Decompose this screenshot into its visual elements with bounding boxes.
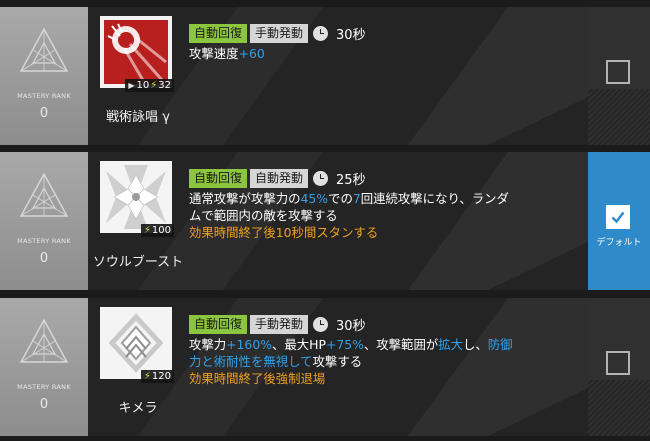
mastery-rank-emblem-icon bbox=[19, 27, 69, 72]
recovery-type-tag: 自動回復 bbox=[189, 314, 248, 334]
broken-shield-icon bbox=[100, 16, 172, 88]
description-segment: での bbox=[328, 191, 353, 206]
description-segment: 防御 bbox=[487, 337, 513, 352]
description-segment: 、攻撃範囲が bbox=[363, 337, 439, 352]
description-segment: ムで範囲内の敵を攻撃する bbox=[189, 208, 338, 223]
description-segment: 攻撃する bbox=[312, 354, 363, 369]
sp-cost-value: 100 bbox=[151, 225, 171, 236]
description-line: 通常攻撃が攻撃力の45%での7回連続攻撃になり、ランダ bbox=[189, 190, 579, 207]
description-segment: 45% bbox=[300, 191, 329, 206]
clock-icon bbox=[313, 316, 329, 332]
mastery-rank-panel: MASTERY RANK 0 bbox=[0, 152, 88, 290]
description-line: 攻撃速度+60 bbox=[189, 45, 579, 62]
recovery-type-tag: 自動回復 bbox=[189, 23, 248, 43]
description-line: ムで範囲内の敵を攻撃する bbox=[189, 207, 579, 224]
skill-description: 通常攻撃が攻撃力の45%での7回連続攻撃になり、ランダ ムで範囲内の敵を攻撃する効… bbox=[189, 190, 579, 241]
initial-sp-value: 10 bbox=[136, 80, 150, 91]
sp-bolt-icon: ⚡ bbox=[143, 225, 151, 236]
mastery-rank-emblem-icon bbox=[19, 318, 69, 363]
description-line: 攻撃力+160%、最大HP+75%、攻撃範囲が拡大し、防御 bbox=[189, 336, 579, 353]
skill-detail[interactable]: ⚡ 120 キメラ 自動回復 手動発動 30秒 攻撃力+160%、最大HP+75… bbox=[88, 298, 588, 436]
description-segment: +75% bbox=[325, 337, 364, 352]
skill-description: 攻撃力+160%、最大HP+75%、攻撃範囲が拡大し、防御 力と術耐性を無視して攻… bbox=[189, 336, 579, 387]
description-segment: 通常攻撃が攻撃力の bbox=[189, 191, 301, 206]
skill-card[interactable]: MASTERY RANK 0 ▶ 10 ⚡ 32 戦術詠唱 γ 自動回復 手動発… bbox=[0, 7, 650, 145]
description-segment: +160% bbox=[226, 337, 272, 352]
activation-type-tag: 手動発動 bbox=[250, 314, 309, 334]
default-label: デフォルト bbox=[596, 238, 642, 248]
skill-select-panel[interactable]: デフォルト bbox=[588, 152, 650, 290]
mastery-rank-value: 0 bbox=[39, 106, 49, 121]
chimera-diamond-icon bbox=[100, 307, 172, 379]
skill-name: キメラ bbox=[118, 401, 158, 416]
sp-bolt-icon: ⚡ bbox=[143, 371, 151, 382]
skill-icon-frame: ▶ 10 ⚡ 32 bbox=[100, 16, 174, 92]
sp-cost-badge: ⚡ 120 bbox=[140, 370, 174, 383]
skill-detail[interactable]: ▶ 10 ⚡ 32 戦術詠唱 γ 自動回復 手動発動 30秒 攻撃速度+60 bbox=[88, 7, 588, 145]
skill-select-checkbox[interactable] bbox=[606, 205, 630, 229]
clock-icon bbox=[313, 25, 329, 41]
description-segment: 、最大HP bbox=[271, 337, 326, 352]
mastery-rank-emblem-icon bbox=[19, 172, 69, 217]
skill-name: ソウルブースト bbox=[92, 255, 184, 270]
description-segment: 攻撃速度 bbox=[189, 46, 239, 61]
skill-duration: 30秒 bbox=[336, 27, 366, 43]
mastery-rank-label: MASTERY RANK bbox=[17, 383, 71, 391]
skill-select-checkbox[interactable] bbox=[606, 60, 630, 84]
skill-icon-frame: ⚡ 120 bbox=[100, 307, 174, 383]
mastery-rank-value: 0 bbox=[39, 397, 49, 412]
skill-tags: 自動回復 手動発動 30秒 bbox=[189, 314, 366, 334]
checkmark-icon bbox=[611, 211, 625, 224]
description-segment: 力と術耐性を無視して bbox=[189, 354, 313, 369]
skill-card[interactable]: MASTERY RANK 0 ⚡ 120 キメラ 自動回復 手動発動 30秒 攻… bbox=[0, 298, 650, 436]
crystal-burst-icon bbox=[100, 161, 172, 233]
mastery-rank-value: 0 bbox=[39, 251, 49, 266]
mastery-rank-label: MASTERY RANK bbox=[17, 237, 71, 245]
skill-detail[interactable]: ⚡ 100 ソウルブースト 自動回復 自動発動 25秒 通常攻撃が攻撃力の45%… bbox=[88, 152, 588, 290]
activation-type-tag: 自動発動 bbox=[250, 168, 309, 188]
sp-cost-badge: ▶ 10 ⚡ 32 bbox=[125, 79, 174, 92]
skill-card[interactable]: MASTERY RANK 0 ⚡ 100 ソウルブースト 自動回復 自動発動 2… bbox=[0, 152, 650, 290]
description-segment: 攻撃力 bbox=[189, 337, 227, 352]
initial-sp-icon: ▶ bbox=[128, 81, 135, 90]
skill-select-panel[interactable] bbox=[588, 298, 650, 436]
description-segment: 効果時間終了後強制退場 bbox=[189, 371, 326, 386]
description-segment: +60 bbox=[238, 46, 265, 61]
skill-tags: 自動回復 自動発動 25秒 bbox=[189, 168, 366, 188]
description-line: 効果時間終了後10秒間スタンする bbox=[189, 224, 579, 241]
hatch-pattern bbox=[588, 380, 650, 436]
activation-type-tag: 手動発動 bbox=[250, 23, 309, 43]
description-segment: 拡大 bbox=[438, 337, 464, 352]
clock-icon bbox=[313, 170, 329, 186]
mastery-rank-panel: MASTERY RANK 0 bbox=[0, 7, 88, 145]
sp-cost-value: 120 bbox=[151, 371, 171, 382]
description-segment: 回連続攻撃になり、ランダ bbox=[360, 191, 509, 206]
sp-cost-value: 32 bbox=[158, 80, 171, 91]
description-line: 効果時間終了後強制退場 bbox=[189, 370, 579, 387]
skill-select-checkbox[interactable] bbox=[606, 351, 630, 375]
skill-duration: 25秒 bbox=[336, 172, 366, 188]
hatch-pattern bbox=[588, 89, 650, 145]
skill-tags: 自動回復 手動発動 30秒 bbox=[189, 23, 366, 43]
skill-description: 攻撃速度+60 bbox=[189, 45, 579, 62]
skill-name: 戦術詠唱 γ bbox=[106, 110, 170, 125]
description-line: 力と術耐性を無視して攻撃する bbox=[189, 353, 579, 370]
description-segment: 7 bbox=[352, 191, 361, 206]
mastery-rank-panel: MASTERY RANK 0 bbox=[0, 298, 88, 436]
description-segment: し、 bbox=[463, 337, 488, 352]
skill-icon-frame: ⚡ 100 bbox=[100, 161, 174, 237]
description-segment: 効果時間終了後10秒間スタンする bbox=[189, 225, 379, 240]
sp-cost-badge: ⚡ 100 bbox=[140, 224, 174, 237]
sp-bolt-icon: ⚡ bbox=[150, 80, 158, 91]
recovery-type-tag: 自動回復 bbox=[189, 168, 248, 188]
skill-select-panel[interactable] bbox=[588, 7, 650, 145]
skill-duration: 30秒 bbox=[336, 318, 366, 334]
mastery-rank-label: MASTERY RANK bbox=[17, 92, 71, 100]
